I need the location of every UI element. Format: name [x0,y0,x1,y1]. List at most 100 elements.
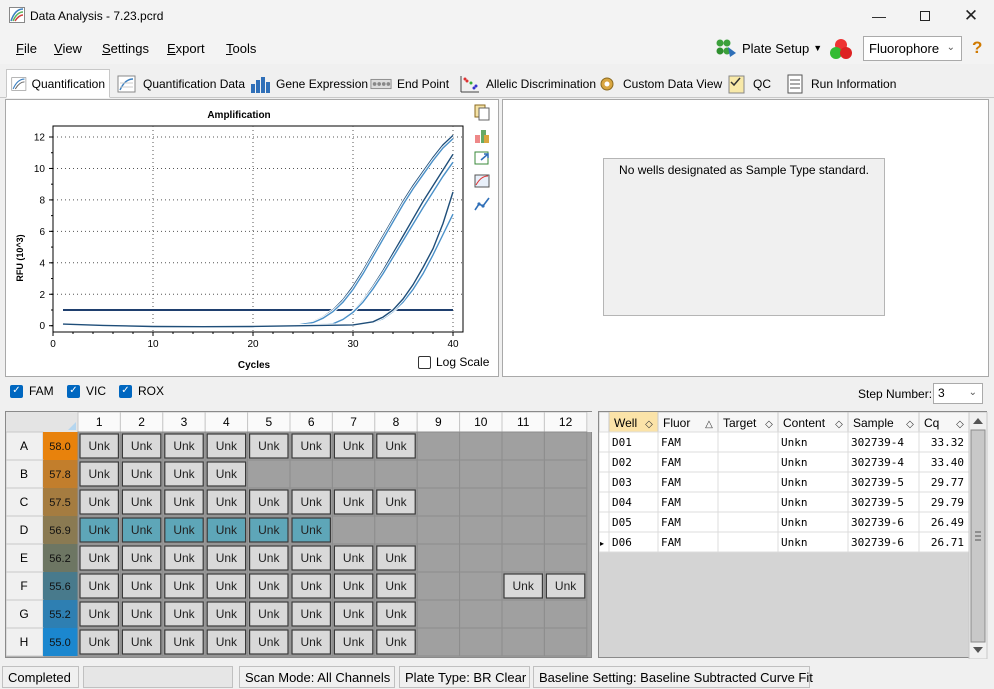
curve-fit-icon[interactable] [473,195,491,213]
empty-well[interactable] [416,543,461,573]
color-wells-button[interactable] [828,37,854,61]
column-header[interactable]: Content [783,416,826,430]
well-label: Unk [258,439,280,453]
empty-well[interactable] [501,515,545,545]
empty-well[interactable] [459,431,503,461]
sort-icon[interactable]: ◇ [956,419,964,430]
table-cell: FAM [661,456,681,469]
fam-checkbox[interactable]: ✓ FAM [10,384,54,398]
empty-well[interactable] [416,627,461,657]
empty-well[interactable] [543,515,588,545]
tab-quantification[interactable]: Quantification [6,69,110,98]
y-tick-label: 8 [39,195,45,206]
empty-well[interactable] [543,487,588,517]
sort-icon[interactable]: ◇ [765,419,773,430]
vic-checkbox[interactable]: ✓ VIC [67,384,106,398]
fluorophore-select[interactable]: Fluorophore ⌄ [863,36,962,61]
empty-well[interactable] [501,431,545,461]
empty-well[interactable] [289,459,333,489]
step-number-value: 3 [938,386,945,400]
menu-tools[interactable]: Tools [226,41,256,56]
run-status: Completed [2,666,79,688]
sort-icon[interactable]: ◇ [645,419,653,430]
close-button[interactable]: ✕ [948,0,994,32]
empty-well[interactable] [501,627,545,657]
empty-well[interactable] [543,543,588,573]
sort-icon[interactable]: ◇ [835,419,843,430]
checkbox-icon [418,355,431,369]
well-label: Unk [173,495,195,509]
menu-settings[interactable]: Settings [102,41,149,56]
log-scale-checkbox[interactable]: Log Scale [418,355,489,369]
tab-gene-expression[interactable]: Gene Expression [245,70,372,97]
step-number-select[interactable]: 3 ⌄ [933,383,983,404]
menu-view[interactable]: View [54,41,82,56]
empty-well[interactable] [459,515,503,545]
sort-icon[interactable]: ◇ [906,419,914,430]
empty-well[interactable] [459,487,503,517]
column-header[interactable]: Well [614,416,637,430]
empty-well[interactable] [459,599,503,629]
plate-setup-button[interactable]: Plate Setup ▼ [714,36,822,60]
tab-end-point[interactable]: End Point [366,70,453,97]
tab-run-information[interactable]: Run Information [780,70,900,97]
column-header[interactable]: Target [723,416,757,430]
sort-icon[interactable]: △ [705,419,713,430]
empty-well[interactable] [374,515,418,545]
zoom-graph-icon[interactable] [473,172,491,190]
empty-well[interactable] [416,515,461,545]
column-header[interactable]: Sample [853,416,894,430]
empty-well[interactable] [501,599,545,629]
tab-allelic-discrimination[interactable]: Allelic Discrimination [455,70,600,97]
plate-colors-icon[interactable] [473,126,491,144]
tab-quantification-data[interactable]: Quantification Data [112,70,249,97]
menu-export[interactable]: Export [167,41,205,56]
empty-well[interactable] [331,459,376,489]
empty-well[interactable] [459,627,503,657]
well-label: Unk [258,495,280,509]
table-cell: Unkn [781,456,808,469]
empty-well[interactable] [416,487,461,517]
empty-well[interactable] [247,459,291,489]
log-scale-label: Log Scale [436,355,490,369]
tab-qc[interactable]: QC [722,70,775,97]
well-label: Unk [301,495,323,509]
window-title: Data Analysis - 7.23.pcrd [30,9,164,23]
rox-checkbox[interactable]: ✓ ROX [119,384,164,398]
menu-file[interactable]: File [16,41,37,56]
empty-well[interactable] [416,459,461,489]
empty-well[interactable] [416,599,461,629]
y-tick-label: 0 [39,321,45,332]
empty-well[interactable] [331,515,376,545]
well-label: Unk [131,523,153,537]
copy-icon[interactable] [473,103,491,121]
maximize-button[interactable] [902,0,948,32]
row-label: H [20,635,29,649]
table-cell: 302739-5 [851,476,904,489]
empty-well[interactable] [543,431,588,461]
empty-well[interactable] [543,599,588,629]
empty-well[interactable] [543,627,588,657]
empty-well[interactable] [543,459,588,489]
empty-well[interactable] [416,571,461,601]
empty-well[interactable] [501,487,545,517]
column-header[interactable]: Fluor [663,416,690,430]
chart-title: Amplification [207,110,270,121]
empty-well[interactable] [416,431,461,461]
tab-custom-data-view[interactable]: Custom Data View [592,70,726,97]
export-graph-icon[interactable] [473,149,491,167]
help-icon[interactable]: ? [972,38,982,58]
empty-well[interactable] [459,459,503,489]
empty-well[interactable] [459,543,503,573]
empty-well[interactable] [374,459,418,489]
empty-well[interactable] [459,571,503,601]
gradient-temperature: 55.6 [49,581,70,593]
empty-well[interactable] [501,459,545,489]
amplification-chart[interactable]: Amplification Cycles RFU (10^3) 0 10 20 30 4… [6,100,500,378]
column-header[interactable]: Cq [924,416,939,430]
minimize-button[interactable]: — [856,0,902,32]
minimize-icon: — [872,8,886,24]
y-tick-label: 10 [34,164,46,175]
empty-well[interactable] [501,543,545,573]
plate-grid: 1 2 3 4 5 6 7 8 9 10 11 12A 58.0 Unk Unk Unk Unk Unk Unk Un… [5,411,593,657]
